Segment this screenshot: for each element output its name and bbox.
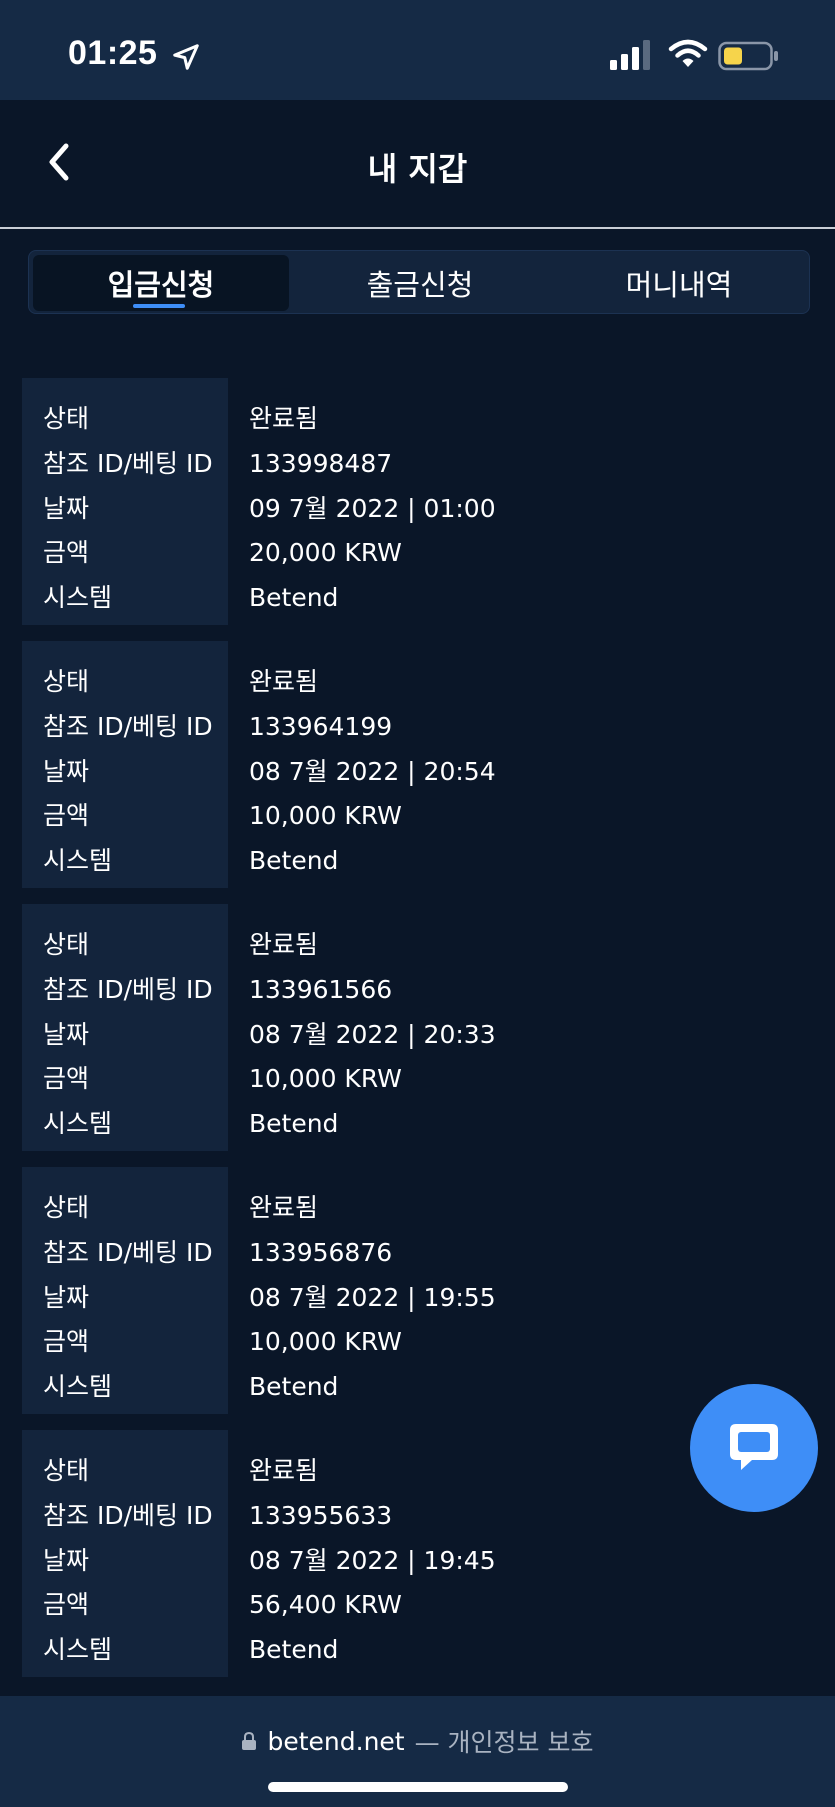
- wallet-tabs: 입금신청 출금신청 머니내역: [28, 250, 810, 314]
- label-amount: 금액: [43, 1590, 90, 1619]
- value-status: 완료됨: [249, 930, 319, 959]
- label-reference: 참조 ID/베팅 ID: [43, 1238, 213, 1267]
- deposit-record: 상태 완료됨 참조 ID/베팅 ID 133998487 날짜 09 7월 20…: [22, 378, 812, 625]
- value-amount: 56,400 KRW: [249, 1590, 402, 1619]
- tab-label: 머니내역: [625, 268, 733, 302]
- page-title: 내 지갑: [367, 150, 468, 188]
- label-system: 시스템: [43, 583, 113, 612]
- value-date: 09 7월 2022 | 01:00: [249, 494, 496, 523]
- value-reference: 133956876: [249, 1238, 393, 1267]
- value-date: 08 7월 2022 | 20:54: [249, 757, 496, 786]
- value-reference: 133998487: [249, 449, 393, 478]
- label-status: 상태: [43, 404, 90, 433]
- label-system: 시스템: [43, 1635, 113, 1664]
- label-date: 날짜: [43, 1283, 90, 1312]
- chat-bubble-icon: [730, 1424, 778, 1470]
- value-date: 08 7월 2022 | 20:33: [249, 1020, 496, 1049]
- tab-withdraw-request[interactable]: 출금신청: [292, 255, 548, 311]
- status-time: 01:25: [68, 34, 158, 72]
- label-date: 날짜: [43, 494, 90, 523]
- label-status: 상태: [43, 1193, 90, 1222]
- value-amount: 10,000 KRW: [249, 801, 402, 830]
- value-reference: 133964199: [249, 712, 393, 741]
- battery-icon: [718, 41, 778, 71]
- label-reference: 참조 ID/베팅 ID: [43, 712, 213, 741]
- label-status: 상태: [43, 930, 90, 959]
- value-system: Betend: [249, 1635, 339, 1664]
- wifi-icon: [668, 39, 708, 67]
- value-status: 완료됨: [249, 667, 319, 696]
- label-status: 상태: [43, 667, 90, 696]
- status-bar: 01:25: [0, 0, 835, 100]
- label-reference: 참조 ID/베팅 ID: [43, 1501, 213, 1530]
- home-indicator[interactable]: [268, 1782, 568, 1792]
- cellular-signal-icon: [610, 40, 650, 70]
- header: 내 지갑: [0, 100, 835, 228]
- label-amount: 금액: [43, 1064, 90, 1093]
- tab-deposit-request[interactable]: 입금신청: [33, 255, 289, 311]
- browser-bottom-bar: betend.net — 개인정보 보호: [0, 1696, 835, 1807]
- label-system: 시스템: [43, 846, 113, 875]
- value-reference: 133961566: [249, 975, 393, 1004]
- value-amount: 20,000 KRW: [249, 538, 402, 567]
- active-tab-indicator: [133, 304, 185, 308]
- label-date: 날짜: [43, 757, 90, 786]
- value-system: Betend: [249, 1372, 339, 1401]
- value-system: Betend: [249, 583, 339, 612]
- label-date: 날짜: [43, 1546, 90, 1575]
- deposit-record: 상태 완료됨 참조 ID/베팅 ID 133964199 날짜 08 7월 20…: [22, 641, 812, 888]
- label-reference: 참조 ID/베팅 ID: [43, 449, 213, 478]
- url-domain: betend.net: [267, 1726, 405, 1756]
- value-status: 완료됨: [249, 1193, 319, 1222]
- tab-money-history[interactable]: 머니내역: [551, 255, 807, 311]
- label-reference: 참조 ID/베팅 ID: [43, 975, 213, 1004]
- label-system: 시스템: [43, 1109, 113, 1138]
- tab-label: 출금신청: [366, 268, 474, 302]
- label-status: 상태: [43, 1456, 90, 1485]
- deposit-record: 상태 완료됨 참조 ID/베팅 ID 133956876 날짜 08 7월 20…: [22, 1167, 812, 1414]
- lock-icon: [242, 1731, 257, 1750]
- header-divider: [0, 227, 835, 229]
- live-chat-button[interactable]: [690, 1384, 818, 1512]
- value-date: 08 7월 2022 | 19:45: [249, 1546, 496, 1575]
- value-system: Betend: [249, 846, 339, 875]
- label-amount: 금액: [43, 1327, 90, 1356]
- value-system: Betend: [249, 1109, 339, 1138]
- deposit-records-list: 상태 완료됨 참조 ID/베팅 ID 133998487 날짜 09 7월 20…: [22, 378, 812, 1693]
- location-arrow-icon: [173, 44, 199, 70]
- address-bar[interactable]: betend.net — 개인정보 보호: [0, 1723, 835, 1759]
- label-amount: 금액: [43, 801, 90, 830]
- deposit-record: 상태 완료됨 참조 ID/베팅 ID 133961566 날짜 08 7월 20…: [22, 904, 812, 1151]
- value-amount: 10,000 KRW: [249, 1327, 402, 1356]
- value-status: 완료됨: [249, 404, 319, 433]
- label-date: 날짜: [43, 1020, 90, 1049]
- value-amount: 10,000 KRW: [249, 1064, 402, 1093]
- tab-label: 입금신청: [107, 268, 215, 302]
- label-amount: 금액: [43, 538, 90, 567]
- value-date: 08 7월 2022 | 19:55: [249, 1283, 496, 1312]
- value-status: 완료됨: [249, 1456, 319, 1485]
- value-reference: 133955633: [249, 1501, 393, 1530]
- privacy-label: — 개인정보 보호: [414, 1728, 594, 1757]
- label-system: 시스템: [43, 1372, 113, 1401]
